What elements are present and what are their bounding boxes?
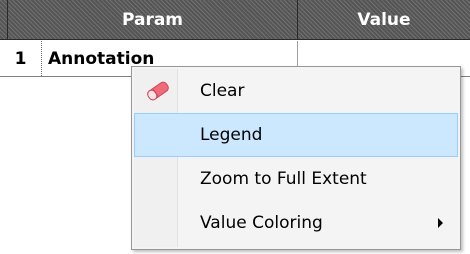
- menu-item-zoom-to-full-extent[interactable]: Zoom to Full Extent: [134, 157, 458, 201]
- menu-item-label: Value Coloring: [200, 213, 323, 233]
- header-corner: [0, 0, 8, 39]
- menu-icon-placeholder: [135, 202, 181, 244]
- app-window: Param Value 1 Annotation Clear Legend Zo…: [0, 0, 470, 254]
- grid-header: Param Value: [0, 0, 470, 40]
- context-menu: Clear Legend Zoom to Full Extent Value C…: [131, 66, 461, 250]
- submenu-arrow-icon: [438, 218, 443, 228]
- menu-item-legend[interactable]: Legend: [134, 113, 458, 157]
- menu-item-label: Zoom to Full Extent: [200, 169, 367, 189]
- menu-item-clear[interactable]: Clear: [134, 69, 458, 113]
- column-header-value[interactable]: Value: [298, 0, 470, 39]
- menu-item-label: Clear: [200, 81, 245, 101]
- column-header-param[interactable]: Param: [8, 0, 298, 39]
- menu-item-label: Legend: [200, 125, 263, 145]
- menu-icon-placeholder: [135, 158, 181, 200]
- eraser-icon: [135, 70, 181, 112]
- menu-icon-placeholder: [135, 114, 181, 156]
- menu-item-value-coloring[interactable]: Value Coloring: [134, 201, 458, 245]
- row-number: 1: [0, 41, 42, 76]
